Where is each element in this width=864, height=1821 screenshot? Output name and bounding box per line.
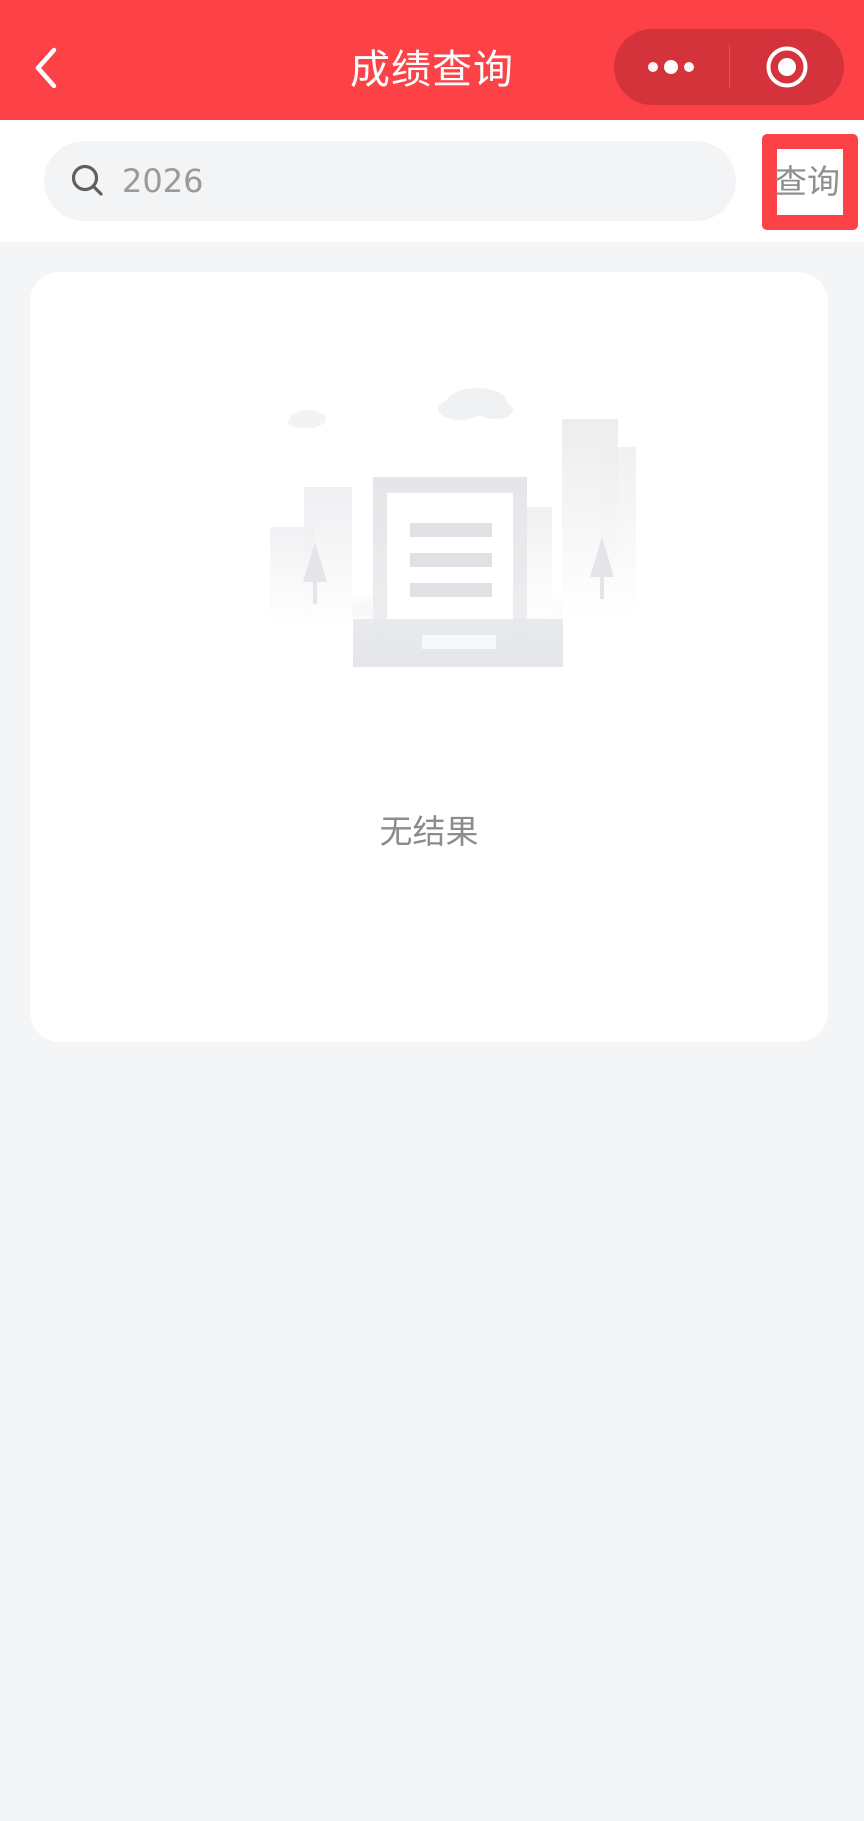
empty-state-text: 无结果 — [379, 812, 479, 851]
search-icon — [68, 161, 108, 201]
results-card: 无结果 — [30, 272, 828, 1042]
query-button[interactable]: 查询 — [762, 134, 858, 230]
search-input[interactable] — [122, 151, 682, 211]
close-button[interactable] — [730, 29, 845, 105]
empty-document-illustration — [270, 388, 636, 667]
more-dots-icon — [648, 60, 695, 74]
page: 成绩查询 2026 查询 无结果 — [0, 0, 864, 1821]
target-circle-icon — [766, 46, 808, 88]
search-box[interactable] — [44, 141, 736, 221]
nav-bar: 成绩查询 — [0, 0, 864, 120]
query-button-label: 查询 — [774, 162, 840, 201]
more-button[interactable] — [614, 29, 729, 105]
search-bar: 查询 — [0, 120, 864, 242]
mini-program-capsule — [614, 29, 844, 105]
